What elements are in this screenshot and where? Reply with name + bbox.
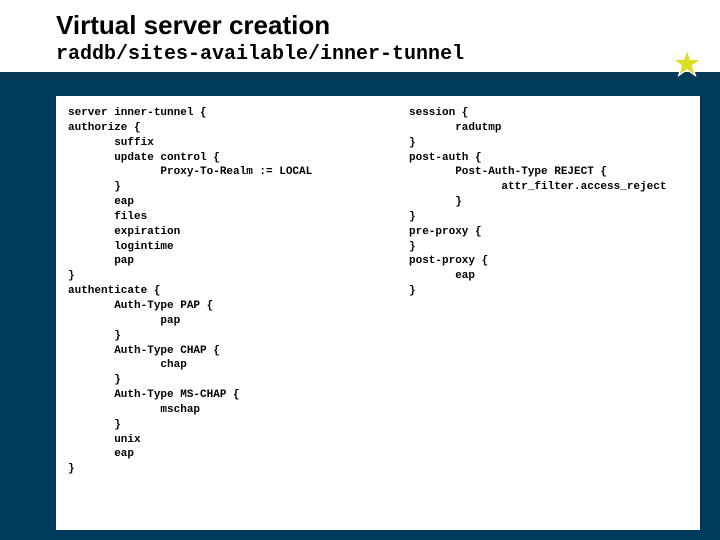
code-column-right: session { radutmp } post-auth { Post-Aut…	[409, 106, 688, 520]
code-column-left: server inner-tunnel { authorize { suffix…	[68, 106, 409, 520]
star-icon	[672, 48, 702, 78]
logo-text: GÉANT	[587, 50, 667, 76]
code-block-right: session { radutmp } post-auth { Post-Aut…	[409, 106, 688, 299]
code-block-left: server inner-tunnel { authorize { suffix…	[68, 106, 409, 477]
code-panel: server inner-tunnel { authorize { suffix…	[56, 96, 700, 530]
logo: GÉANT	[587, 48, 703, 78]
slide-title: Virtual server creation	[56, 10, 720, 41]
slide: Virtual server creation raddb/sites-avai…	[0, 0, 720, 540]
